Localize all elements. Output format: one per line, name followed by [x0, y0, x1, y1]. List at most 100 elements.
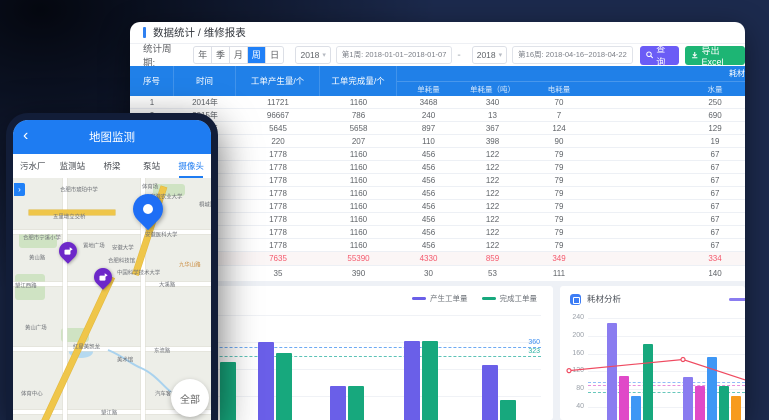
breadcrumb: 数据统计 / 维修报表	[153, 25, 246, 40]
tab-摄像头[interactable]: 摄像头	[171, 154, 211, 178]
sub-column-header: 电耗量	[525, 81, 593, 96]
table-cell: 1160	[320, 187, 397, 199]
table-row: 42017年2202071103989019	[130, 135, 745, 148]
chevron-down-icon: ▾	[499, 51, 503, 59]
bar-produced	[330, 386, 346, 420]
column-header: 工单完成量/个	[320, 66, 397, 96]
group-header: 耗材情况	[670, 68, 745, 79]
bar-series-magenta	[695, 386, 705, 420]
table-cell: 1160	[320, 239, 397, 251]
table-cell: 897	[397, 122, 460, 134]
table-cell: 90	[525, 135, 593, 147]
table-cell: 1160	[320, 174, 397, 186]
table-cell: 122	[460, 200, 525, 212]
map-label: 美术馆	[117, 355, 133, 363]
map-label: 安徽大学	[112, 243, 134, 251]
table-cell: 1778	[236, 226, 320, 238]
map-label: 望江路	[101, 408, 117, 416]
period-segmented-control[interactable]: 年季月周日	[193, 46, 284, 64]
tab-泵站[interactable]: 泵站	[132, 154, 172, 178]
period-option-月[interactable]: 月	[230, 47, 248, 63]
table-cell: 456	[397, 213, 460, 225]
table-cell: 1778	[236, 213, 320, 225]
table-row: 72020年177811604561227967	[130, 174, 745, 187]
table-cell: 207	[320, 135, 397, 147]
period-option-日[interactable]: 日	[266, 47, 284, 63]
table-cell: 390	[320, 266, 397, 281]
table-cell: 129	[593, 122, 745, 134]
map-label: 体育场	[142, 182, 158, 190]
back-icon[interactable]: ‹	[23, 126, 28, 146]
reference-line-label: 360	[528, 339, 540, 346]
table-cell: 456	[397, 239, 460, 251]
table-cell: 456	[397, 187, 460, 199]
table-cell: 367	[460, 122, 525, 134]
table-cell: 456	[397, 161, 460, 173]
table-cell: 1778	[236, 174, 320, 186]
table-body: 12014年11721116034683407025022015年9666778…	[130, 96, 745, 281]
table-cell: 786	[320, 109, 397, 121]
table-cell: 1160	[320, 213, 397, 225]
table-cell: 70	[525, 96, 593, 108]
table-row: 32016年56455658897367124129	[130, 122, 745, 135]
table-cell: 111	[525, 266, 593, 281]
bar-completed	[500, 400, 516, 420]
chart-icon	[570, 294, 581, 305]
table-cell: 122	[460, 213, 525, 225]
table-row: 52018年177811604561227967	[130, 148, 745, 161]
phone-tab-bar: 污水厂监测站桥梁泵站摄像头	[13, 154, 211, 178]
range-separator: -	[457, 50, 460, 61]
table-row: 62019年177811604561227967	[130, 161, 745, 174]
table-cell: 456	[397, 174, 460, 186]
consumables-chart-legend-pill	[729, 298, 745, 301]
table-cell: 1160	[320, 161, 397, 173]
period-option-年[interactable]: 年	[194, 47, 212, 63]
map-label: 东流路	[154, 346, 170, 354]
phone-title: 地图监测	[89, 129, 135, 145]
table-cell: 67	[593, 213, 745, 225]
legend-item: 产生工单量	[412, 293, 468, 304]
table-cell: 30	[397, 266, 460, 281]
dashboard-card: 数据统计 / 维修报表 统计周期: 年季月周日 2018 ▾ 第1周: 2018…	[130, 22, 745, 420]
table-cell: 4330	[397, 252, 460, 265]
bar-completed	[220, 362, 236, 420]
table-cell: 7635	[236, 252, 320, 265]
table-cell: 67	[593, 174, 745, 186]
table-cell: 35	[236, 266, 320, 281]
query-button[interactable]: 查询	[640, 46, 679, 65]
table-cell: 122	[460, 161, 525, 173]
map-label: 望江西路	[15, 281, 37, 289]
end-week-range[interactable]: 第16周: 2018-04-16~2018-04-22	[512, 46, 633, 64]
map-label: 桐城路	[199, 200, 211, 208]
table-cell: 334	[593, 252, 745, 265]
bar-produced	[258, 342, 274, 420]
legend-label: 产生工单量	[430, 293, 468, 304]
map-label: 合肥科技馆	[108, 256, 135, 264]
map[interactable]: 合肥市琥珀中学体育场安徽农业大学桐城路五里墩立交桥安徽医科大学合肥市宁溪小学置地…	[13, 178, 211, 420]
period-option-周[interactable]: 周	[248, 47, 266, 63]
reference-line-label: 323	[528, 348, 540, 355]
table-cell: 1160	[320, 226, 397, 238]
show-all-button[interactable]: 全部	[171, 379, 209, 417]
legend-swatch	[412, 297, 426, 300]
period-option-季[interactable]: 季	[212, 47, 230, 63]
start-year-select[interactable]: 2018 ▾	[295, 46, 330, 64]
map-expand-button[interactable]: ›	[14, 183, 25, 196]
table-cell: 11721	[236, 96, 320, 108]
tab-污水厂[interactable]: 污水厂	[13, 154, 53, 178]
table-cell: 2014年	[174, 96, 236, 108]
bar-series-magenta	[619, 376, 629, 420]
breadcrumb-bar: 数据统计 / 维修报表	[130, 22, 745, 44]
bar-series-purple	[683, 377, 693, 420]
table-cell: 690	[593, 109, 745, 121]
report-table: 序号时间工单产生量/个工单完成量/个耗材情况单耗量单耗量（吨）电耗量水量 120…	[130, 66, 745, 281]
tab-监测站[interactable]: 监测站	[53, 154, 93, 178]
start-week-range[interactable]: 第1周: 2018-01-01~2018-01-07	[336, 46, 452, 64]
table-cell: 122	[460, 187, 525, 199]
bar-series-green	[643, 344, 653, 420]
tab-桥梁[interactable]: 桥梁	[92, 154, 132, 178]
bar-completed	[422, 341, 438, 420]
export-excel-button[interactable]: 导出Excel	[685, 46, 745, 65]
table-cell: 124	[525, 122, 593, 134]
end-year-select[interactable]: 2018 ▾	[472, 46, 507, 64]
